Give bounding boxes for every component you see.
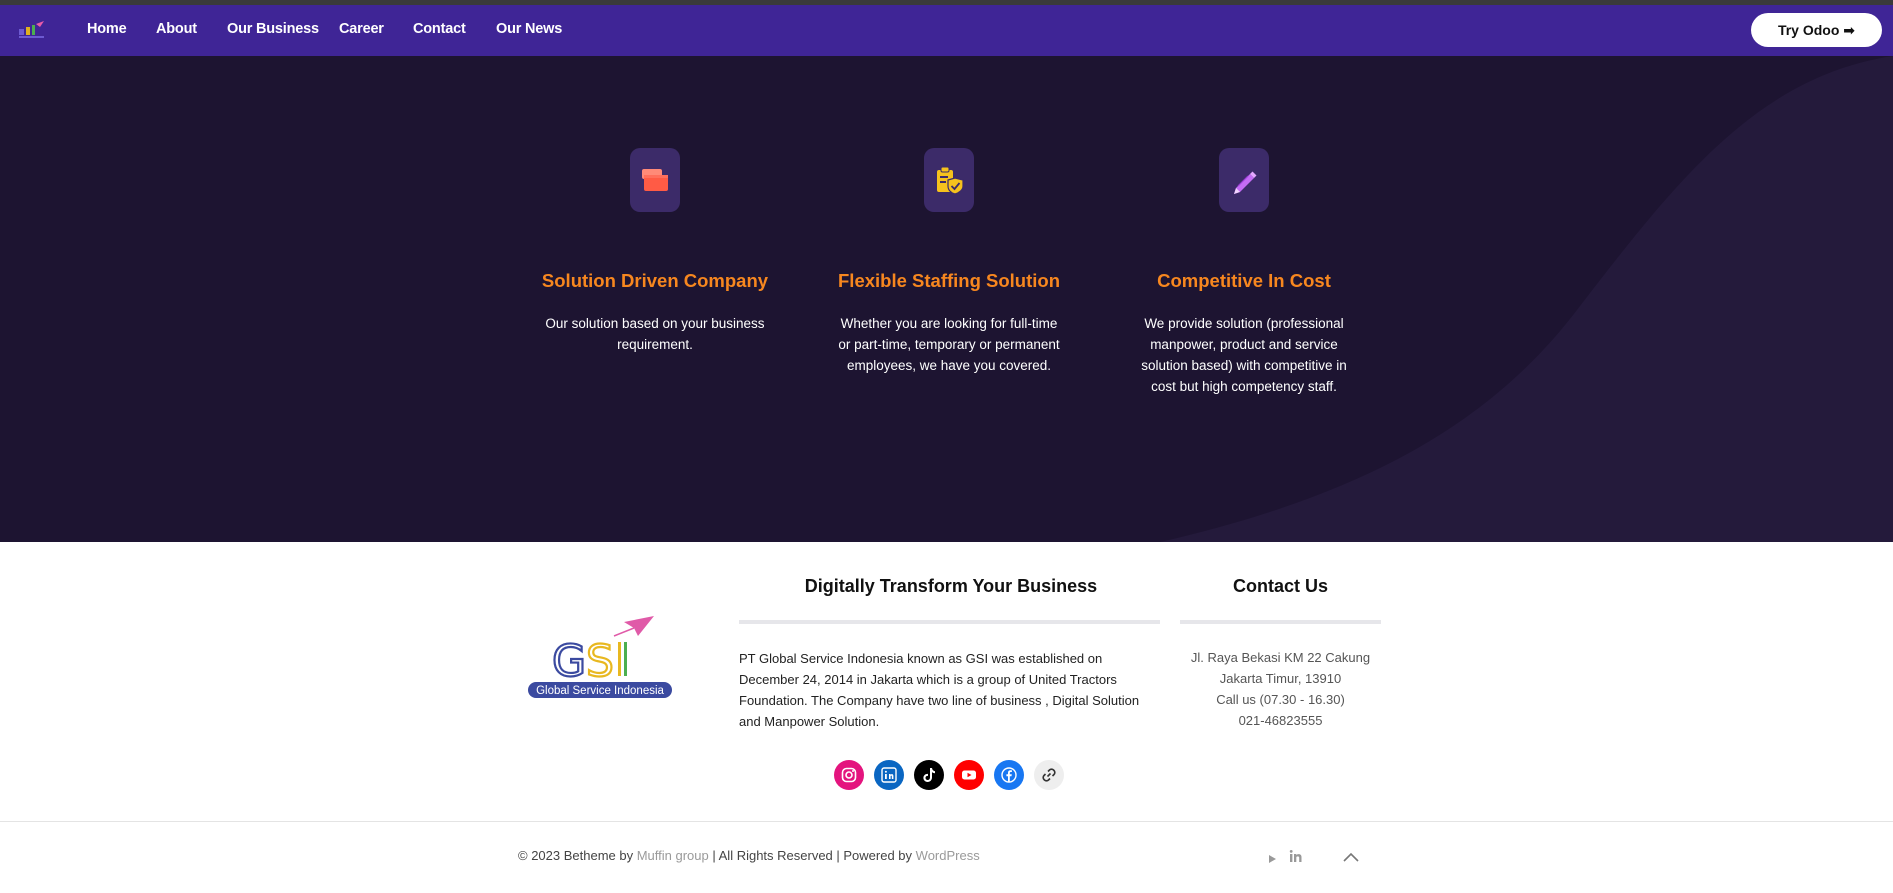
- nav-career[interactable]: Career: [339, 21, 384, 37]
- nav-home[interactable]: Home: [87, 21, 127, 37]
- copyright-prefix: © 2023 Betheme by: [518, 848, 637, 863]
- contact-hours: Call us (07.30 - 16.30): [1216, 692, 1345, 707]
- nav-our-news[interactable]: Our News: [496, 21, 562, 37]
- linkedin-small-icon[interactable]: [1289, 849, 1303, 868]
- try-odoo-button[interactable]: Try Odoo ➡: [1751, 13, 1882, 47]
- feature-icon-box: [1219, 148, 1269, 212]
- about-divider: [739, 620, 1160, 624]
- nav-about[interactable]: About: [156, 21, 197, 37]
- site-logo-icon[interactable]: [18, 20, 46, 40]
- feature-description: Whether you are looking for full-time or…: [838, 316, 1060, 373]
- features-section: Solution Driven Company Our solution bas…: [0, 56, 1893, 542]
- youtube-icon[interactable]: [954, 760, 984, 790]
- linkedin-icon[interactable]: [874, 760, 904, 790]
- feature-description: Our solution based on your business requ…: [545, 316, 765, 352]
- feature-icon-box: [630, 148, 680, 212]
- feature-title: Competitive In Cost: [1157, 270, 1331, 291]
- facebook-icon[interactable]: [994, 760, 1024, 790]
- muffin-group-link[interactable]: Muffin group: [637, 848, 709, 863]
- nav-contact[interactable]: Contact: [413, 21, 466, 37]
- link-icon[interactable]: [1034, 760, 1064, 790]
- clipboard-shield-icon: [937, 166, 964, 195]
- footer-divider: [0, 821, 1893, 822]
- contact-divider: [1180, 620, 1381, 624]
- contact-address-line2: Jakarta Timur, 13910: [1219, 671, 1342, 686]
- contact-phone[interactable]: 021-46823555: [1178, 713, 1383, 728]
- svg-text:S: S: [586, 636, 614, 687]
- back-to-top-chevron-icon[interactable]: [1343, 850, 1359, 868]
- contact-title: Contact Us: [1232, 576, 1328, 596]
- navbar: Home About Our Business Career Contact O…: [0, 5, 1893, 56]
- instagram-icon[interactable]: [834, 760, 864, 790]
- tiktok-icon[interactable]: [914, 760, 944, 790]
- pencil-icon: [1234, 171, 1257, 194]
- background-curve: [1160, 56, 1893, 542]
- nav-our-business[interactable]: Our Business: [227, 21, 319, 37]
- gsi-logo[interactable]: G S Global Service Indonesia: [526, 614, 674, 702]
- svg-text:G: G: [552, 636, 586, 687]
- play-icon[interactable]: [1267, 851, 1277, 869]
- about-text: PT Global Service Indonesia known as GSI…: [739, 651, 1140, 729]
- copyright-text: © 2023 Betheme by Muffin group | All Rig…: [518, 848, 980, 863]
- feature-description: We provide solution (professional manpow…: [1141, 316, 1347, 394]
- feature-icon-box: [924, 148, 974, 212]
- svg-text:Global Service Indonesia: Global Service Indonesia: [536, 685, 664, 697]
- contact-address-line1: Jl. Raya Bekasi KM 22 Cakung: [1190, 650, 1371, 665]
- feature-title: Solution Driven Company: [541, 270, 769, 291]
- copyright-middle: | All Rights Reserved | Powered by: [708, 848, 916, 863]
- wordpress-link[interactable]: WordPress: [916, 848, 980, 863]
- folder-icon: [642, 169, 668, 191]
- about-title: Digitally Transform Your Business: [804, 576, 1098, 596]
- feature-title: Flexible Staffing Solution: [838, 270, 1060, 291]
